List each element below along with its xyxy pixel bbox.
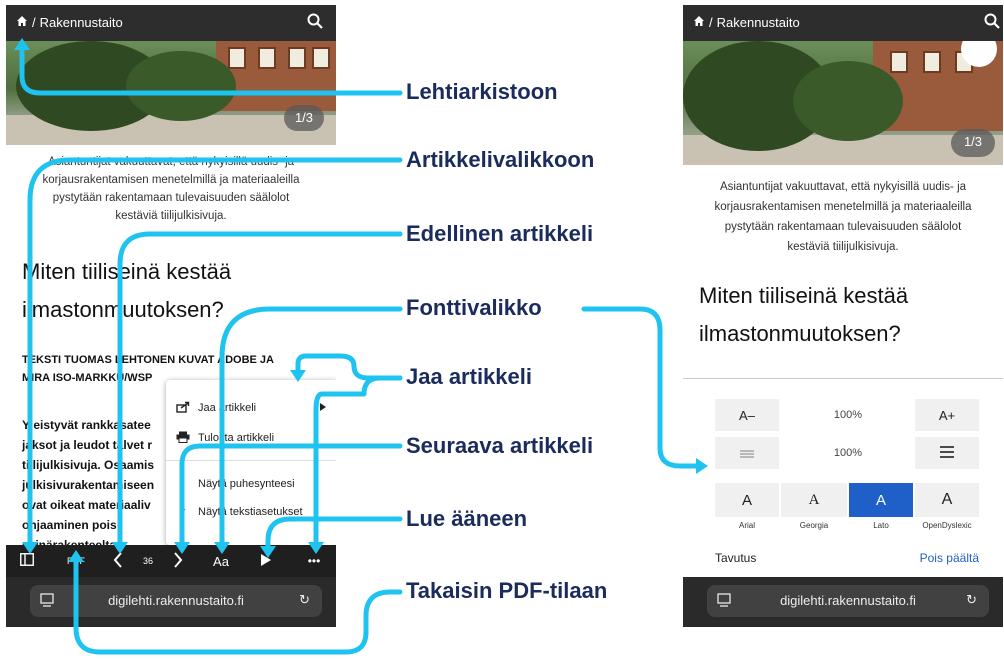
arrowhead-share-more [308, 542, 324, 554]
callout-font-menu: Fonttivalikko [406, 295, 542, 320]
arrowhead-next [174, 542, 190, 554]
arrow-previous [117, 231, 403, 548]
arrow-article-menu [27, 157, 403, 548]
callout-pdf-mode: Takaisin PDF-tilaan [406, 578, 608, 603]
arrow-archive [19, 45, 403, 96]
arrowhead-font-menu [214, 542, 230, 554]
arrowhead-font-panel [696, 458, 708, 474]
arrow-font-menu [219, 306, 403, 548]
arrow-pdf-mode [73, 557, 403, 655]
arrowhead-pdf-mode [68, 550, 84, 562]
callout-next: Seuraava artikkeli [406, 433, 594, 458]
arrowhead-read-aloud [260, 546, 276, 558]
arrowhead-archive [14, 38, 30, 50]
arrow-share-menu [295, 353, 403, 381]
arrow-read-aloud [265, 516, 403, 551]
arrowhead-share-menu [290, 370, 306, 382]
callout-read-aloud: Lue ääneen [406, 506, 528, 531]
arrowhead-previous [112, 542, 128, 554]
arrow-font-panel [581, 306, 703, 469]
arrowhead-article-menu [22, 542, 38, 554]
callout-share: Jaa artikkeli [406, 364, 532, 389]
callout-archive: Lehtiarkistoon [406, 79, 558, 104]
callout-previous: Edellinen artikkeli [406, 221, 594, 246]
callout-article-menu: Artikkelivalikkoon [406, 147, 595, 172]
arrow-next [179, 443, 403, 548]
